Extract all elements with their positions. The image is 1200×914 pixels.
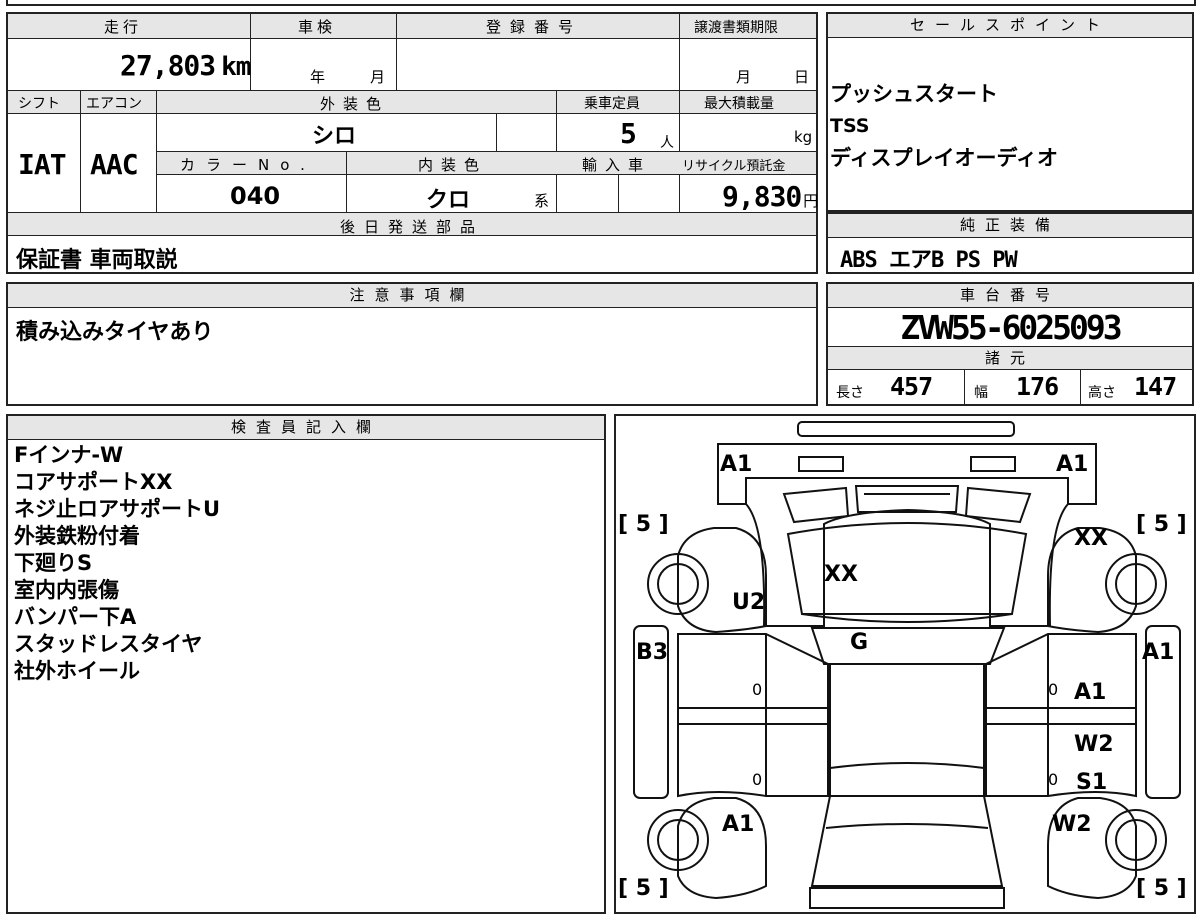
- transfer-day-unit: 日: [794, 68, 810, 86]
- capacity-unit: 人: [660, 135, 674, 151]
- note-item: スタッドレスタイヤ: [14, 632, 203, 656]
- later-parts-value: 保証書 車両取説: [16, 248, 178, 273]
- chassis-box: 車台番号 ZVW55-6025093 諸元 長さ 457 幅 176 高さ 14…: [826, 282, 1194, 406]
- sales-points-header: セールスポイント: [828, 14, 1192, 38]
- note-item: ネジ止ロアサポートU: [14, 497, 221, 521]
- color-no-value: 040: [230, 182, 281, 210]
- length-value: 457: [890, 372, 933, 401]
- mark-right-pillar: A1: [1142, 640, 1175, 665]
- transfer-month-unit: 月: [736, 68, 752, 86]
- genuine-equipment-box: 純正装備 ABS エアB PS PW: [826, 212, 1194, 274]
- max-load-unit: kg: [794, 128, 813, 146]
- color-no-label: カラーNo.: [180, 156, 316, 174]
- mark-front-left: A1: [720, 452, 753, 477]
- height-value: 147: [1134, 372, 1177, 401]
- inspector-header: 検査員記入欄: [8, 416, 604, 440]
- interior-color-value: クロ: [426, 188, 471, 213]
- shift-label: シフト: [18, 96, 60, 112]
- genuine-equipment-header: 純正装備: [828, 214, 1192, 238]
- mileage-label: 走行: [104, 18, 143, 36]
- height-label: 高さ: [1088, 385, 1116, 401]
- later-parts-label: 後日発送部品: [340, 218, 485, 236]
- aircon-label: エアコン: [86, 96, 142, 112]
- note-item: バンパー下A: [14, 605, 137, 629]
- note-item: コアサポートXX: [14, 470, 173, 494]
- width-label: 幅: [974, 385, 988, 401]
- capacity-label: 乗車定員: [584, 96, 640, 112]
- mark-rear-left: A1: [722, 812, 755, 837]
- sales-points-box: セールスポイント プッシュスタート TSS ディスプレイオーディオ: [826, 12, 1194, 212]
- interior-color-suffix: 系: [534, 192, 550, 210]
- door-zero-2: 0: [1048, 680, 1059, 699]
- capacity-value: 5: [620, 117, 637, 150]
- mark-right-sill: S1: [1076, 770, 1108, 795]
- genuine-equipment-value: ABS エアB PS PW: [840, 248, 1018, 273]
- inspector-notes: Fインナ-W コアサポートXX ネジ止ロアサポートU 外装鉄粉付着 下廻りS 室…: [14, 442, 220, 685]
- interior-color-label: 内装色: [418, 156, 488, 174]
- inspection-label: 車検: [298, 18, 337, 36]
- recycle-label: リサイクル預託金: [682, 159, 786, 174]
- tire-front-right: [ 5 ]: [1136, 512, 1187, 537]
- tire-rear-right: [ 5 ]: [1136, 876, 1187, 901]
- mark-hood: XX: [824, 562, 858, 587]
- sales-points-list: プッシュスタート TSS ディスプレイオーディオ: [830, 78, 1058, 174]
- recycle-value: 9,830 円: [722, 180, 818, 213]
- inspection-month-unit: 月: [370, 68, 386, 86]
- max-load-label: 最大積載量: [704, 96, 774, 112]
- mark-right-fender: XX: [1074, 526, 1108, 551]
- caution-box: 注意事項欄 積み込みタイヤあり: [6, 282, 818, 406]
- caution-value: 積み込みタイヤあり: [16, 320, 214, 345]
- vehicle-info-box: 走行 車検 登録番号 譲渡書類期限 27,803 km 年 月 月 日 シフト エ…: [6, 12, 818, 274]
- sales-point-item: プッシュスタート: [830, 82, 998, 106]
- car-outline: [633, 421, 1181, 909]
- note-item: 室内内張傷: [14, 578, 119, 602]
- sales-point-item: ディスプレイオーディオ: [830, 146, 1059, 170]
- car-diagram-box: A1 A1 [ 5 ] [ 5 ] XX XX U2 G B3 A1 0 0 A…: [614, 414, 1196, 914]
- note-item: 社外ホイール: [14, 659, 140, 683]
- mark-right-front-door: A1: [1074, 680, 1107, 705]
- exterior-color-value: シロ: [312, 124, 357, 149]
- import-label: 輸入車: [582, 156, 652, 174]
- transfer-deadline-label: 譲渡書類期限: [694, 20, 778, 36]
- length-label: 長さ: [836, 385, 864, 401]
- note-item: Fインナ-W: [14, 443, 124, 467]
- tire-rear-left: [ 5 ]: [618, 876, 669, 901]
- chassis-header: 車台番号: [828, 284, 1192, 308]
- specs-header: 諸元: [828, 346, 1192, 370]
- mark-front-right: A1: [1056, 452, 1089, 477]
- door-zero-3: 0: [752, 770, 763, 789]
- inspector-box: 検査員記入欄 Fインナ-W コアサポートXX ネジ止ロアサポートU 外装鉄粉付着…: [6, 414, 606, 914]
- mark-left-pillar: B3: [636, 640, 669, 665]
- mark-rear-right: W2: [1052, 812, 1092, 837]
- mark-right-rear-door: W2: [1074, 732, 1114, 757]
- width-value: 176: [1016, 372, 1059, 401]
- shift-value: IAT: [18, 148, 67, 181]
- caution-header: 注意事項欄: [8, 284, 816, 308]
- exterior-color-label: 外装色: [320, 95, 390, 113]
- inspection-year-unit: 年: [310, 68, 326, 86]
- chassis-number: ZVW55-6025093: [900, 308, 1122, 347]
- sales-point-item: TSS: [830, 115, 870, 137]
- door-zero-1: 0: [752, 680, 763, 699]
- note-item: 外装鉄粉付着: [14, 524, 140, 548]
- mark-left-fender: U2: [732, 590, 766, 615]
- registration-label: 登録番号: [486, 18, 583, 36]
- tire-front-left: [ 5 ]: [618, 512, 669, 537]
- door-zero-4: 0: [1048, 770, 1059, 789]
- mileage-value: 27,803 km: [120, 49, 251, 82]
- note-item: 下廻りS: [14, 551, 93, 575]
- top-strip: [6, 0, 1196, 6]
- mark-roof: G: [850, 630, 869, 655]
- aircon-value: AAC: [90, 148, 139, 181]
